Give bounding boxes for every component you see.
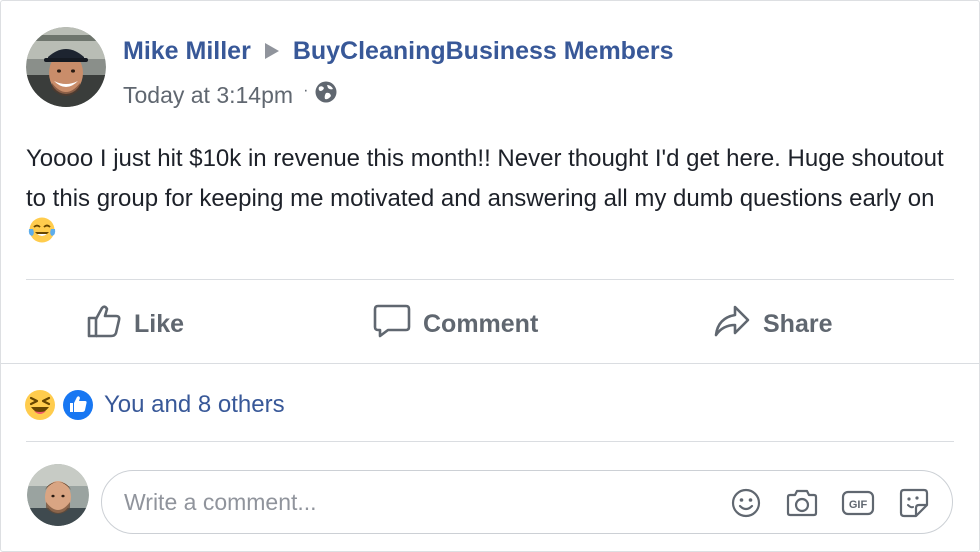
tears-of-joy-emoji [28,216,56,257]
laughing-emoji [24,389,56,421]
comment-button[interactable]: Comment [373,291,538,357]
commenter-avatar[interactable] [27,464,89,526]
right-triangle-icon [263,41,281,61]
like-button[interactable]: Like [86,291,184,357]
post-timestamp[interactable]: Today at 3:14pm [123,82,293,109]
comment-input[interactable] [124,482,704,522]
post-header: Mike Miller BuyCleaningBusiness Members [123,35,674,67]
svg-text:GIF: GIF [849,499,868,511]
thumbs-up-icon [86,304,134,345]
camera-icon[interactable] [784,485,820,521]
comment-box-icons: GIF [708,485,932,521]
like-reaction-icon [62,389,94,421]
like-label: Like [134,309,185,338]
reactions-summary[interactable]: You and 8 others [24,387,285,423]
divider [26,441,954,442]
comment-box[interactable]: GIF [101,470,953,534]
share-label: Share [763,309,833,338]
author-name-link[interactable]: Mike Miller [123,37,251,66]
sticker-icon[interactable] [896,485,932,521]
group-name-link[interactable]: BuyCleaningBusiness Members [293,37,674,66]
globe-icon[interactable] [314,80,338,110]
post-meta: Today at 3:14pm · [123,79,338,111]
comment-label: Comment [423,309,539,338]
author-avatar[interactable] [26,27,106,107]
post-card: Mike Miller BuyCleaningBusiness Members … [0,0,980,552]
gif-icon[interactable]: GIF [840,485,876,521]
post-actions: Like Comment Share [26,291,954,357]
share-arrow-icon [713,304,763,345]
divider [26,279,954,280]
post-text: Yoooo I just hit $10k in revenue this mo… [26,145,944,212]
smiley-icon[interactable] [728,485,764,521]
reactions-count-link[interactable]: You and 8 others [104,391,285,419]
post-body: Yoooo I just hit $10k in revenue this mo… [26,139,956,260]
divider [1,363,980,364]
meta-separator: · [303,82,309,99]
speech-bubble-icon [373,303,423,346]
share-button[interactable]: Share [713,291,832,357]
